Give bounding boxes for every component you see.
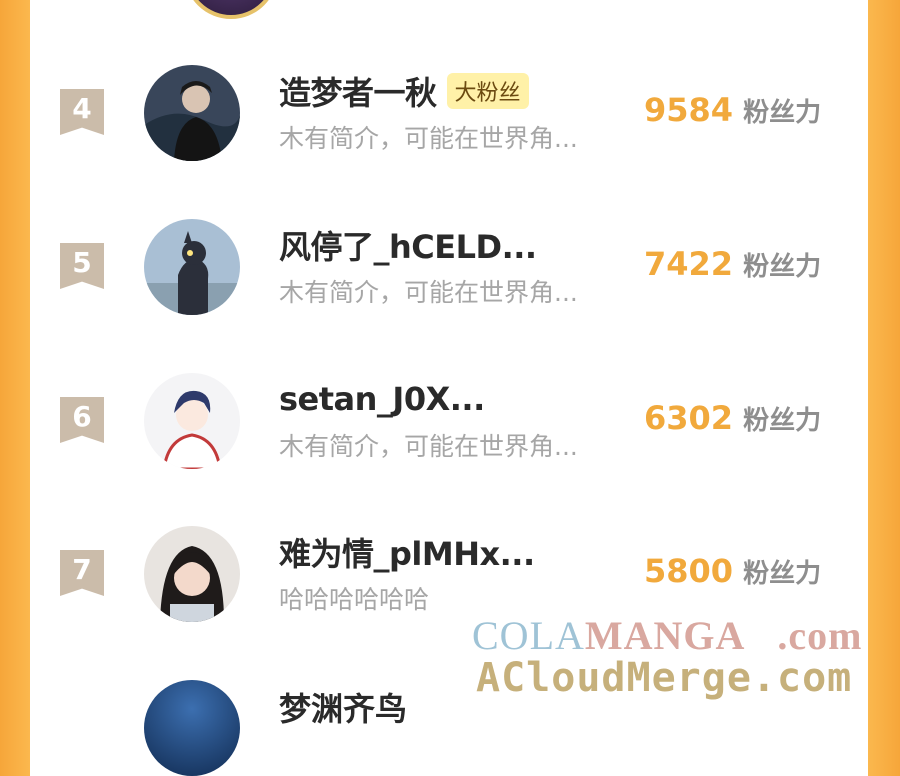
ranking-row[interactable]: 5 风停了_hCELD... 木有简介，可能在世界角... 7422 粉丝力 (30, 217, 868, 317)
user-name[interactable]: 风停了_hCELD... (279, 222, 537, 268)
fan-ranking-panel: 4 造梦者一秋 大粉丝 木有简介，可能在世界角... 9584 粉丝力 5 风停… (30, 0, 868, 776)
fan-power-value: 5800 (644, 552, 734, 590)
user-name[interactable]: 造梦者一秋 (279, 68, 437, 114)
fan-power-label: 粉丝力 (743, 252, 822, 282)
fan-level-badge: 大粉丝 (446, 73, 529, 109)
watermark: COLAMANGA .com (472, 613, 863, 658)
user-bio: 木有简介，可能在世界角... (279, 432, 578, 461)
ranking-row[interactable]: 7 难为情_plMHx... 哈哈哈哈哈哈 5800 粉丝力 (30, 524, 868, 624)
avatar[interactable] (144, 526, 240, 622)
user-name[interactable]: 梦渊齐鸟 (279, 684, 407, 730)
avatar[interactable] (144, 680, 240, 776)
user-bio: 木有简介，可能在世界角... (279, 278, 578, 307)
avatar[interactable] (144, 65, 240, 161)
fan-power-label: 粉丝力 (743, 559, 822, 589)
rank-ribbon: 6 (60, 397, 104, 443)
avatar[interactable] (144, 219, 240, 315)
avatar[interactable] (144, 373, 240, 469)
user-bio: 哈哈哈哈哈哈 (279, 585, 430, 614)
avatar-rank-3[interactable] (184, 0, 278, 19)
rank-ribbon: 5 (60, 243, 104, 289)
user-bio: 木有简介，可能在世界角... (279, 124, 578, 153)
rank-ribbon: 4 (60, 89, 104, 135)
fan-power-value: 7422 (644, 245, 734, 283)
user-name[interactable]: setan_J0X... (279, 380, 485, 418)
user-name[interactable]: 难为情_plMHx... (279, 529, 535, 575)
fan-power-value: 6302 (644, 399, 734, 437)
ranking-row[interactable]: 4 造梦者一秋 大粉丝 木有简介，可能在世界角... 9584 粉丝力 (30, 63, 868, 163)
fan-power-value: 9584 (644, 91, 734, 129)
ranking-row[interactable]: 6 setan_J0X... 木有简介，可能在世界角... 6302 粉丝力 (30, 371, 868, 471)
rank-ribbon: 7 (60, 550, 104, 596)
fan-power-label: 粉丝力 (743, 406, 822, 436)
watermark: ACloudMerge.com (476, 655, 853, 701)
fan-power-label: 粉丝力 (743, 98, 822, 128)
